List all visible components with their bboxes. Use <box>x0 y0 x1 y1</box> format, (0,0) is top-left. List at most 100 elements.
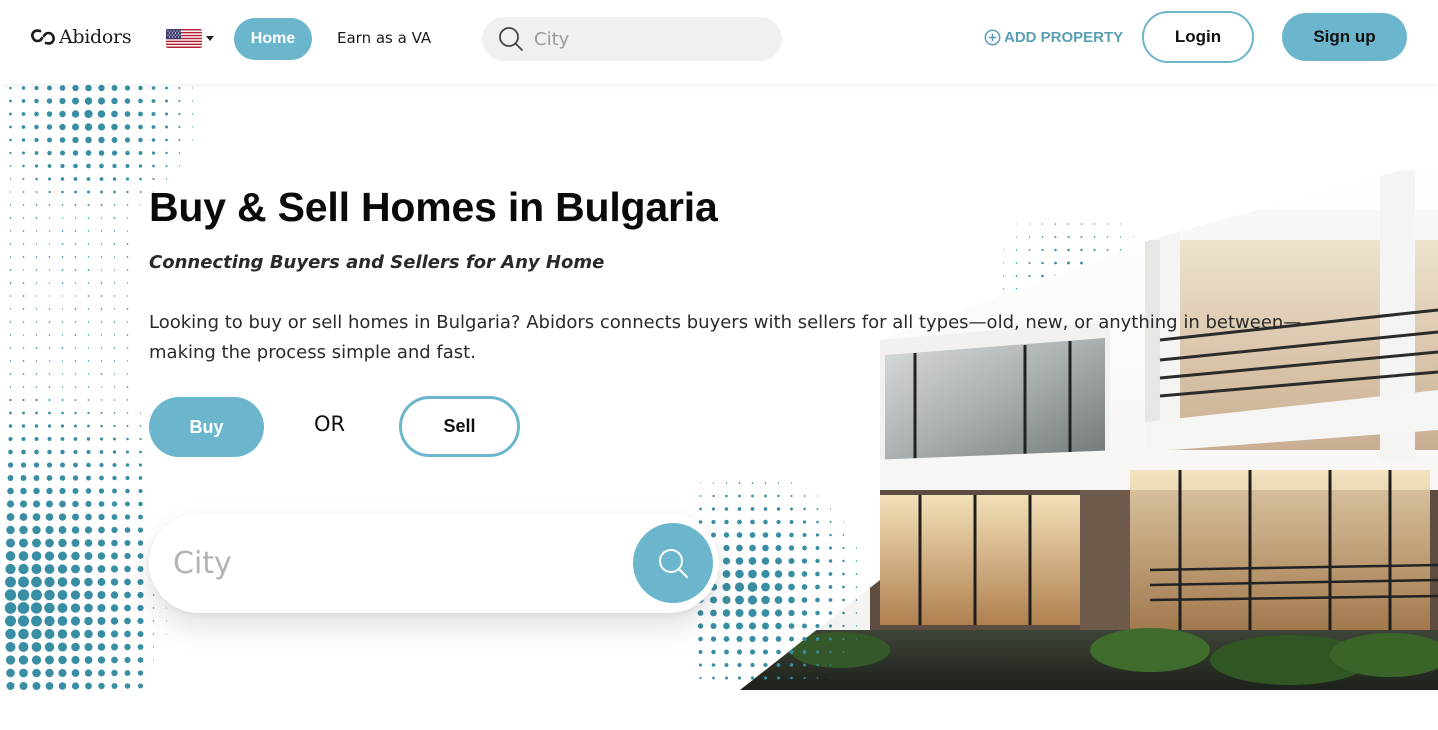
dot <box>8 475 14 481</box>
dot <box>86 488 92 494</box>
dot <box>59 501 66 508</box>
hero-search-input[interactable] <box>173 543 613 583</box>
dot <box>179 152 181 154</box>
dot <box>71 630 80 639</box>
dot <box>9 152 11 154</box>
dot <box>111 565 118 572</box>
dot <box>87 412 89 414</box>
dot <box>138 112 143 117</box>
dot <box>34 462 39 467</box>
dot <box>113 463 117 467</box>
dot <box>73 450 77 454</box>
dot <box>85 501 91 507</box>
dot <box>48 177 51 180</box>
language-selector[interactable] <box>166 29 214 48</box>
dot <box>19 682 27 690</box>
hero-search-button[interactable] <box>633 523 713 603</box>
dot <box>8 462 13 467</box>
dot <box>84 630 92 638</box>
logo-text: Abidors <box>59 26 131 48</box>
dot <box>139 164 142 167</box>
dot <box>111 124 117 130</box>
dot <box>101 334 102 335</box>
dot <box>75 308 77 310</box>
dot <box>138 657 144 663</box>
dot <box>699 677 701 679</box>
dot <box>127 243 129 245</box>
dot <box>62 295 63 296</box>
dot <box>165 112 168 115</box>
dot <box>75 243 77 245</box>
dot <box>192 140 193 141</box>
dot <box>124 540 130 546</box>
dot <box>71 656 79 664</box>
dot <box>10 321 11 322</box>
dot <box>58 603 68 613</box>
add-property-link[interactable]: ADD PROPERTY <box>984 29 1123 46</box>
dot <box>98 565 106 573</box>
dot <box>98 137 104 143</box>
dot <box>47 475 53 481</box>
dot <box>100 450 104 454</box>
dot <box>74 412 76 414</box>
dot <box>85 656 93 664</box>
dot <box>126 191 128 193</box>
login-button[interactable]: Login <box>1142 11 1254 63</box>
dot <box>112 150 117 155</box>
dot <box>58 629 68 639</box>
dot <box>18 615 29 626</box>
dot <box>113 177 117 181</box>
dot <box>98 97 105 104</box>
dot <box>85 97 92 104</box>
dot <box>23 321 25 323</box>
dot <box>124 618 131 625</box>
dot <box>33 682 41 690</box>
dot <box>125 514 130 519</box>
signup-button[interactable]: Sign up <box>1282 13 1407 61</box>
dot <box>75 347 76 348</box>
us-flag-icon <box>166 29 202 48</box>
dot <box>111 643 118 650</box>
dot <box>700 483 701 484</box>
dot <box>21 450 26 455</box>
dot <box>111 670 117 676</box>
dot <box>5 589 16 600</box>
dot <box>723 545 729 551</box>
dot <box>85 539 93 547</box>
dot <box>137 605 143 611</box>
dot <box>49 230 50 231</box>
nav-earn-as-va-link[interactable]: Earn as a VA <box>337 29 431 47</box>
header-search-input[interactable] <box>534 29 764 50</box>
dot <box>74 177 78 181</box>
dot <box>127 399 128 400</box>
dot <box>9 126 12 129</box>
dot <box>88 295 90 297</box>
dot <box>10 269 12 271</box>
dot <box>126 450 129 453</box>
dot <box>101 373 103 375</box>
dot <box>125 670 131 676</box>
dot <box>84 591 93 600</box>
dot <box>165 87 168 90</box>
dot <box>60 475 66 481</box>
dot <box>88 347 89 348</box>
sell-button[interactable]: Sell <box>399 396 520 457</box>
dot <box>6 682 14 690</box>
dot <box>19 642 29 652</box>
dot <box>140 412 141 413</box>
dot <box>45 669 53 677</box>
buy-button[interactable]: Buy <box>149 397 264 457</box>
dot <box>75 295 76 296</box>
dot <box>19 538 28 547</box>
dot <box>21 462 26 467</box>
dot <box>75 282 76 283</box>
dot <box>137 579 143 585</box>
dot <box>5 629 15 639</box>
dot <box>34 437 38 441</box>
dot <box>153 646 154 647</box>
logo[interactable]: Abidors <box>30 26 131 48</box>
dot <box>711 650 715 654</box>
nav-home-button[interactable]: Home <box>234 18 312 60</box>
dot <box>87 425 90 428</box>
dot <box>153 659 154 660</box>
